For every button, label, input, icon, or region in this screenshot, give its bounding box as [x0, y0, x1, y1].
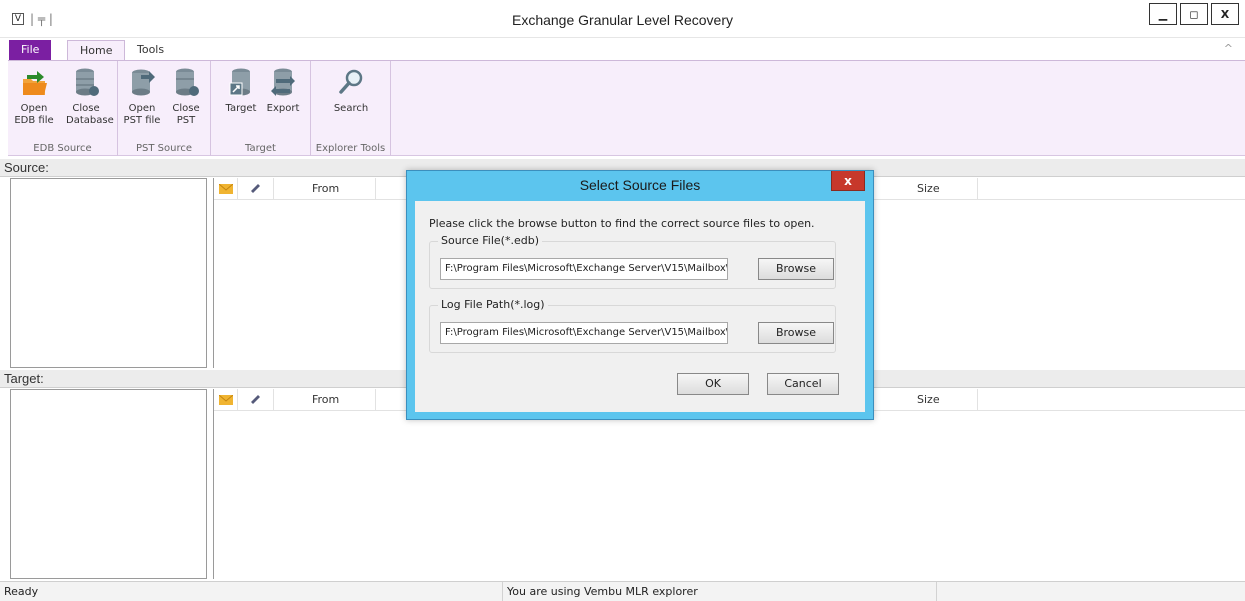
mail-column[interactable]: [214, 389, 238, 411]
export-label: Export: [266, 103, 300, 114]
open-pst-icon: [132, 69, 155, 96]
search-button[interactable]: Search: [331, 67, 371, 115]
paperclip-icon: [250, 395, 260, 404]
paperclip-icon: [250, 184, 260, 193]
close-pst-button[interactable]: Close PST: [166, 67, 206, 127]
dialog-title: Select Source Files: [579, 177, 701, 193]
open-pst-label-1: Open: [128, 103, 156, 114]
dialog-body: Please click the browse button to find t…: [415, 201, 865, 412]
envelope-icon: [218, 183, 233, 194]
source-tree-pane[interactable]: [10, 178, 207, 368]
tab-home[interactable]: Home: [67, 40, 126, 61]
window-controls: ▁ ◻ X: [1146, 3, 1239, 25]
from-column-header[interactable]: From: [274, 178, 376, 200]
log-browse-button[interactable]: Browse: [758, 322, 834, 344]
close-database-label-2: Database: [66, 115, 114, 126]
open-pst-file-button[interactable]: Open PST file: [122, 67, 162, 127]
status-message: You are using Vembu MLR explorer: [503, 582, 937, 601]
target-tree-pane[interactable]: [10, 389, 207, 579]
target-icon: [229, 68, 250, 96]
close-pst-icon: [176, 68, 199, 96]
from-column-header[interactable]: From: [274, 389, 376, 411]
ribbon-tabs: File Home Tools ^: [0, 38, 1245, 61]
source-file-group: Source File(*.edb) F:\Program Files\Micr…: [429, 234, 836, 289]
size-column-header[interactable]: Size: [876, 178, 978, 200]
envelope-icon: [218, 394, 233, 405]
group-edb-source: Open EDB file Close Database EDB Source: [8, 61, 118, 156]
open-edb-label-2: EDB file: [14, 115, 54, 126]
minimize-button[interactable]: ▁: [1149, 3, 1177, 25]
open-folder-icon: [23, 71, 47, 95]
log-file-path-input[interactable]: F:\Program Files\Microsoft\Exchange Serv…: [440, 322, 728, 344]
open-edb-file-button[interactable]: Open EDB file: [14, 67, 54, 127]
close-pst-label-1: Close: [172, 103, 200, 114]
export-icon: [271, 68, 295, 96]
mail-column[interactable]: [214, 178, 238, 200]
close-database-label-1: Close: [72, 103, 100, 114]
attachment-column[interactable]: [238, 178, 274, 200]
ribbon-collapse-icon[interactable]: ^: [1224, 42, 1233, 55]
log-path-group: Log File Path(*.log) F:\Program Files\Mi…: [429, 298, 836, 353]
group-pst-source: Open PST file Close PST PST Source: [118, 61, 211, 156]
tab-tools[interactable]: Tools: [125, 40, 176, 60]
export-button[interactable]: Export: [263, 67, 303, 115]
group-label-target: Target: [245, 143, 276, 154]
close-window-button[interactable]: X: [1211, 3, 1239, 25]
status-ready: Ready: [0, 582, 503, 601]
ribbon: Open EDB file Close Database EDB Source: [8, 60, 1245, 156]
group-label-edb-source: EDB Source: [33, 143, 92, 154]
dialog-close-button[interactable]: x: [831, 171, 865, 191]
select-source-files-dialog: Select Source Files x Please click the b…: [406, 170, 874, 420]
close-database-button[interactable]: Close Database: [66, 67, 114, 127]
open-edb-label-1: Open: [20, 103, 48, 114]
title-bar: V | ╤ | Exchange Granular Level Recovery…: [0, 0, 1245, 38]
status-bar: Ready You are using Vembu MLR explorer: [0, 581, 1245, 601]
ok-button[interactable]: OK: [677, 373, 749, 395]
database-close-icon: [76, 68, 99, 96]
source-file-legend: Source File(*.edb): [438, 234, 542, 247]
dialog-instructions: Please click the browse button to find t…: [429, 217, 815, 230]
source-browse-button[interactable]: Browse: [758, 258, 834, 280]
size-column-header[interactable]: Size: [876, 389, 978, 411]
open-pst-label-2: PST file: [123, 115, 161, 126]
group-explorer-tools: Search Explorer Tools: [311, 61, 391, 156]
search-icon: [339, 69, 363, 94]
tab-file[interactable]: File: [9, 40, 52, 60]
group-target: Target Export Target: [211, 61, 311, 156]
target-label: Target: [225, 103, 257, 114]
source-file-path-input[interactable]: F:\Program Files\Microsoft\Exchange Serv…: [440, 258, 728, 280]
log-path-legend: Log File Path(*.log): [438, 298, 548, 311]
target-button[interactable]: Target: [221, 67, 261, 115]
cancel-button[interactable]: Cancel: [767, 373, 839, 395]
attachment-column[interactable]: [238, 389, 274, 411]
group-label-pst-source: PST Source: [135, 143, 192, 154]
close-pst-label-2: PST: [176, 115, 196, 126]
search-label: Search: [333, 103, 369, 114]
window-title: Exchange Granular Level Recovery: [511, 12, 733, 28]
maximize-button[interactable]: ◻: [1180, 3, 1208, 25]
group-label-explorer-tools: Explorer Tools: [315, 143, 386, 154]
